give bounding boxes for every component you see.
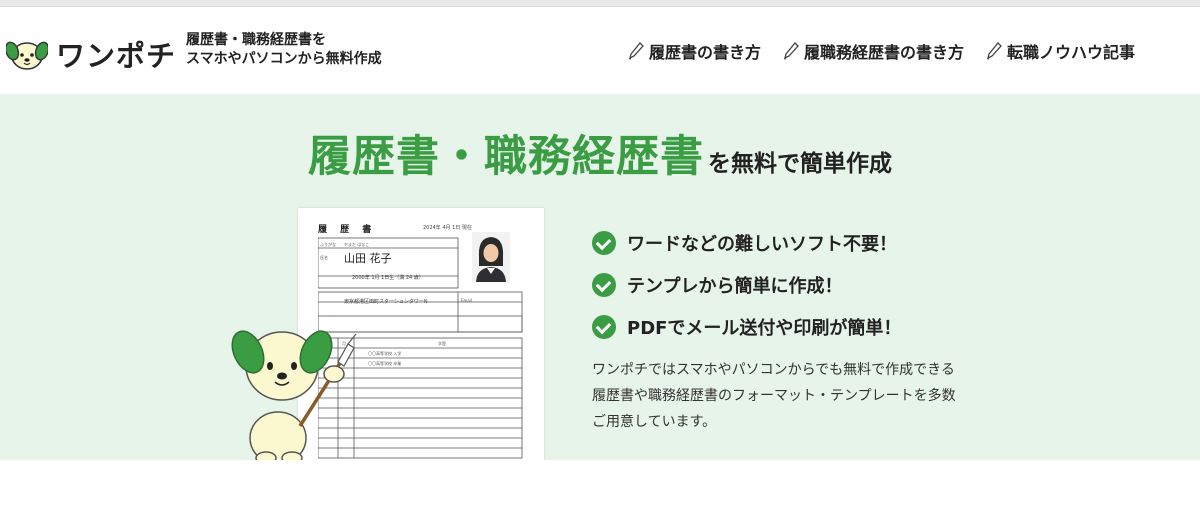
resume-name-label: 氏名 <box>320 255 328 260</box>
check-circle-icon <box>592 315 616 339</box>
nav-item-label: 履職務経歴書の書き方 <box>804 43 965 62</box>
tagline-line-1: 履歴書・職務経歴書を <box>186 32 326 48</box>
hero-title-main: 履歴書・職務経歴書 <box>308 132 704 182</box>
top-border <box>0 0 1200 7</box>
hero-title: 履歴書・職務経歴書 を無料で簡単作成 <box>0 122 1200 184</box>
feature-text: ワードなどの難しいソフト不要！ <box>627 234 897 255</box>
feature-item: ワードなどの難しいソフト不要！ <box>592 222 901 264</box>
hero-section: 履歴書・職務経歴書 を無料で簡単作成 履 歴 書 2024年 4月 1日 現在 … <box>0 94 1200 460</box>
resume-history-row: 〇〇高等学校 卒業 <box>368 361 402 366</box>
pen-icon <box>629 42 644 60</box>
hero-description: ワンポチではスマホやパソコンからでも無料で作成できる 履歴書や職務経歴書のフォー… <box>592 357 1012 435</box>
resume-history-item: 学歴 <box>438 341 446 346</box>
dog-mascot-illustration <box>231 330 357 460</box>
tagline-line-2: スマホやパソコンから無料作成 <box>186 51 382 67</box>
resume-email-label: Email <box>461 298 473 303</box>
feature-item: テンプレから簡単に作成！ <box>592 264 901 306</box>
resume-title: 履 歴 書 <box>318 225 377 235</box>
feature-list: ワードなどの難しいソフト不要！ テンプレから簡単に作成！ PDFでメール送付や印… <box>592 222 901 348</box>
resume-history-row: 〇〇高等学校 入学 <box>368 351 402 356</box>
resume-furigana-label: ふりがな <box>320 242 336 247</box>
hero-title-suffix: を無料で簡単作成 <box>708 151 892 177</box>
site-tagline: 履歴書・職務経歴書を スマホやパソコンから無料作成 <box>186 31 382 69</box>
site-logo[interactable]: ワンポチ <box>6 33 176 75</box>
resume-date: 2024年 4月 1日 現在 <box>423 225 472 231</box>
pen-icon <box>784 42 799 60</box>
feature-text: テンプレから簡単に作成！ <box>627 276 843 297</box>
description-line: ご用意しています。 <box>592 414 717 430</box>
brand-name: ワンポチ <box>56 39 177 73</box>
nav-item-career-articles[interactable]: 転職ノウハウ記事 <box>986 39 1135 63</box>
feature-item: PDFでメール送付や印刷が簡単！ <box>592 306 901 348</box>
nav-item-resume-howto[interactable]: 履歴書の書き方 <box>628 39 761 63</box>
description-line: ワンポチではスマホやパソコンからでも無料で作成できる <box>592 362 955 378</box>
check-circle-icon <box>592 273 616 297</box>
resume-birth: 2000年 1月 1日生（満 24 歳） <box>352 275 424 281</box>
check-circle-icon <box>592 231 616 255</box>
nav-item-label: 転職ノウハウ記事 <box>1007 43 1136 62</box>
resume-name: 山田 花子 <box>344 252 392 265</box>
resume-address: 東京都港区田町スターションタワーN <box>344 299 428 305</box>
nav-item-cv-howto[interactable]: 履職務経歴書の書き方 <box>783 39 964 63</box>
nav-item-label: 履歴書の書き方 <box>649 43 762 62</box>
pen-icon <box>987 42 1002 60</box>
main-nav: 履歴書の書き方 履職務経歴書の書き方 転職ノウハウ記事 <box>628 39 1135 63</box>
portrait-photo <box>472 232 510 282</box>
dog-logo-icon <box>6 41 48 70</box>
description-line: 履歴書や職務経歴書のフォーマット・テンプレートを多数 <box>592 388 956 404</box>
resume-furigana: やまだ はなこ <box>344 242 370 247</box>
feature-text: PDFでメール送付や印刷が簡単！ <box>627 318 902 339</box>
site-header: ワンポチ 履歴書・職務経歴書を スマホやパソコンから無料作成 履歴書の書き方 履… <box>0 7 1200 94</box>
